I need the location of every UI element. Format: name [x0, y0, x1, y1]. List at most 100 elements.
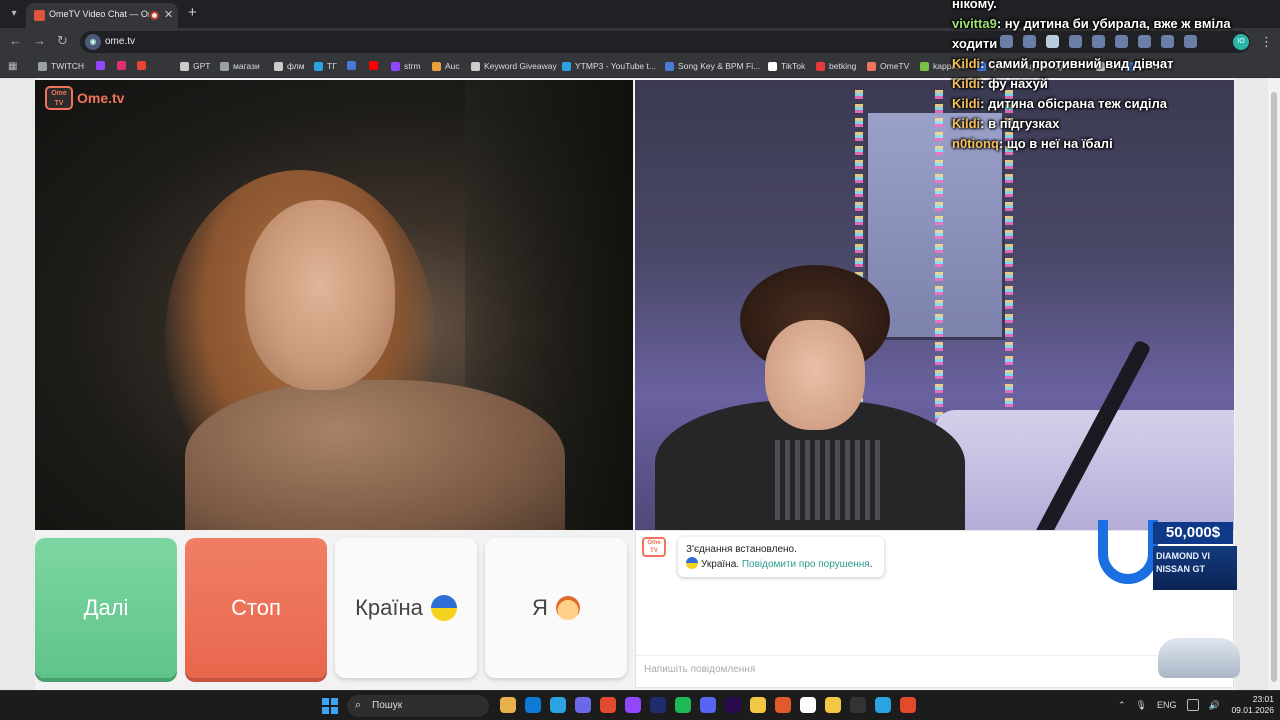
recording-icon	[150, 11, 159, 20]
bookmark-item[interactable]: YTMP3 - YouTube t...	[562, 61, 656, 71]
tab-list-chevron-icon[interactable]: ▾	[6, 6, 22, 22]
bookmark-item[interactable]	[137, 61, 150, 70]
taskbar-app-icon[interactable]	[500, 697, 516, 713]
overlay-chat-text: фу нахуй	[988, 76, 1048, 91]
taskbar-apps	[500, 697, 916, 713]
overlay-chat-line: Kildi: самий противний вид дівчат	[952, 54, 1280, 74]
bookmark-item[interactable]: TWITCH	[38, 61, 84, 71]
bookmark-item[interactable]	[117, 61, 130, 70]
overlay-chat-text: в підгузках	[988, 116, 1060, 131]
new-tab-button[interactable]: +	[188, 4, 197, 21]
bookmark-favicon-icon	[920, 61, 929, 71]
bookmark-label: Song Key & BPM Fi...	[678, 61, 761, 71]
report-link[interactable]: Повідомити про порушення	[742, 559, 870, 570]
close-tab-icon[interactable]: ✕	[164, 8, 173, 21]
overlay-chat-line: vivitta9: ну дитина би убирала, вже ж вм…	[952, 14, 1280, 34]
bookmark-favicon-icon	[471, 61, 480, 71]
volume-icon[interactable]: 🔊	[1209, 700, 1220, 711]
system-tray: ⌃ 🎙 ENG 🔊	[1118, 699, 1220, 711]
bookmark-item[interactable]: флм	[274, 61, 305, 71]
taskbar-app-icon[interactable]	[550, 697, 566, 713]
ometv-page: Ome TV Ome.tv Далі Стоп Країна Я Ome TV …	[0, 78, 1280, 690]
network-icon[interactable]	[1186, 699, 1199, 711]
scrollbar-thumb[interactable]	[1271, 92, 1277, 682]
start-button[interactable]	[322, 698, 338, 714]
fairy-lights	[935, 90, 943, 420]
taskbar-app-icon[interactable]	[875, 697, 891, 713]
taskbar-app-icon[interactable]	[675, 697, 691, 713]
bookmark-item[interactable]: Song Key & BPM Fi...	[665, 61, 760, 71]
bookmark-favicon-icon	[768, 61, 777, 71]
forward-icon[interactable]: →	[33, 33, 46, 48]
url-text: ome.tv	[105, 36, 136, 47]
overlay-chat-separator: :	[996, 16, 1005, 31]
back-icon[interactable]: ←	[9, 33, 22, 48]
overlay-chat-line: n0tionq: що в неї на їбалі	[952, 134, 1280, 154]
bookmark-item[interactable]	[96, 61, 109, 70]
clock-time: 23:01	[1252, 694, 1274, 704]
tab-ometv[interactable]: OmeTV Video Chat — Ome ✕	[26, 3, 178, 28]
overlay-chat-line: Kildi: дитина обісрана теж сиділа	[952, 94, 1280, 114]
overlay-chat-separator: :	[980, 76, 989, 91]
overlay-chat-user: vivitta9	[952, 16, 997, 31]
tab-title: OmeTV Video Chat — Ome	[49, 9, 149, 19]
me-button-label: Я	[532, 595, 548, 620]
taskbar-app-icon[interactable]	[900, 697, 916, 713]
taskbar-app-icon[interactable]	[575, 697, 591, 713]
bookmark-favicon-icon	[391, 61, 400, 71]
clock[interactable]: 23:01 09.01.2026	[1228, 694, 1274, 716]
badge-line2: NISSAN GT	[1156, 564, 1206, 574]
page-scrollbar[interactable]	[1268, 78, 1280, 690]
taskbar-app-icon[interactable]	[725, 697, 741, 713]
taskbar-app-icon[interactable]	[800, 697, 816, 713]
bookmark-label: ТГ	[327, 61, 337, 71]
bookmark-item[interactable]: Auc	[432, 61, 460, 71]
bookmark-item[interactable]: GPT	[180, 61, 210, 71]
language-indicator[interactable]: ENG	[1157, 700, 1177, 710]
taskbar-app-icon[interactable]	[625, 697, 641, 713]
bookmark-label: Auc	[445, 61, 460, 71]
bookmark-label: флм	[287, 61, 305, 71]
bookmark-item[interactable]: Keyword Giveaway	[471, 61, 557, 71]
taskbar-app-icon[interactable]	[700, 697, 716, 713]
taskbar-app-icon[interactable]	[850, 697, 866, 713]
taskbar-app-icon[interactable]	[775, 697, 791, 713]
bookmark-item[interactable]: ТГ	[314, 61, 337, 71]
bookmark-item[interactable]: магази	[220, 61, 260, 71]
bookmark-label: YTMP3 - YouTube t...	[575, 61, 656, 71]
overlay-chat-text: самий противний вид дівчат	[988, 56, 1174, 71]
site-info-icon[interactable]: ◉	[85, 34, 101, 50]
taskbar-app-icon[interactable]	[650, 697, 666, 713]
stop-button[interactable]: Стоп	[185, 538, 327, 678]
ukraine-flag-icon	[430, 595, 457, 621]
bookmark-favicon-icon	[816, 61, 825, 71]
bookmark-item[interactable]: betking	[816, 61, 856, 71]
next-button[interactable]: Далі	[35, 538, 177, 678]
taskbar-search[interactable]: ⌕ Пошук	[347, 695, 489, 717]
stranger-face	[245, 200, 395, 390]
apps-grid-icon[interactable]: ▦	[8, 61, 17, 72]
overlay-chat-line: нікому.	[952, 0, 1280, 14]
bookmark-favicon-icon	[314, 61, 323, 71]
ometv-favicon-icon	[34, 10, 45, 21]
taskbar-app-icon[interactable]	[825, 697, 841, 713]
country-button[interactable]: Країна	[335, 538, 477, 678]
bookmark-item[interactable]	[347, 61, 360, 70]
bookmark-label: strm	[404, 61, 421, 71]
bookmark-label: betking	[829, 61, 857, 71]
microphone-icon[interactable]: 🎙	[1136, 700, 1147, 711]
bookmark-label: магази	[233, 61, 260, 71]
bookmark-item[interactable]: OmeTV	[867, 61, 909, 71]
bookmark-item[interactable]: strm	[391, 61, 421, 71]
taskbar-app-icon[interactable]	[525, 697, 541, 713]
stranger-body	[185, 380, 565, 530]
taskbar-app-icon[interactable]	[750, 697, 766, 713]
reload-icon[interactable]: ↻	[57, 33, 68, 49]
overlay-chat-user: Kildi	[952, 76, 981, 91]
me-button[interactable]: Я	[485, 538, 627, 678]
tray-chevron-icon[interactable]: ⌃	[1118, 700, 1126, 711]
bookmark-item[interactable]	[369, 61, 382, 70]
overlay-chat-text: що в неї на їбалі	[1006, 136, 1113, 151]
bookmark-item[interactable]: TikTok	[768, 61, 805, 71]
taskbar-app-icon[interactable]	[600, 697, 616, 713]
